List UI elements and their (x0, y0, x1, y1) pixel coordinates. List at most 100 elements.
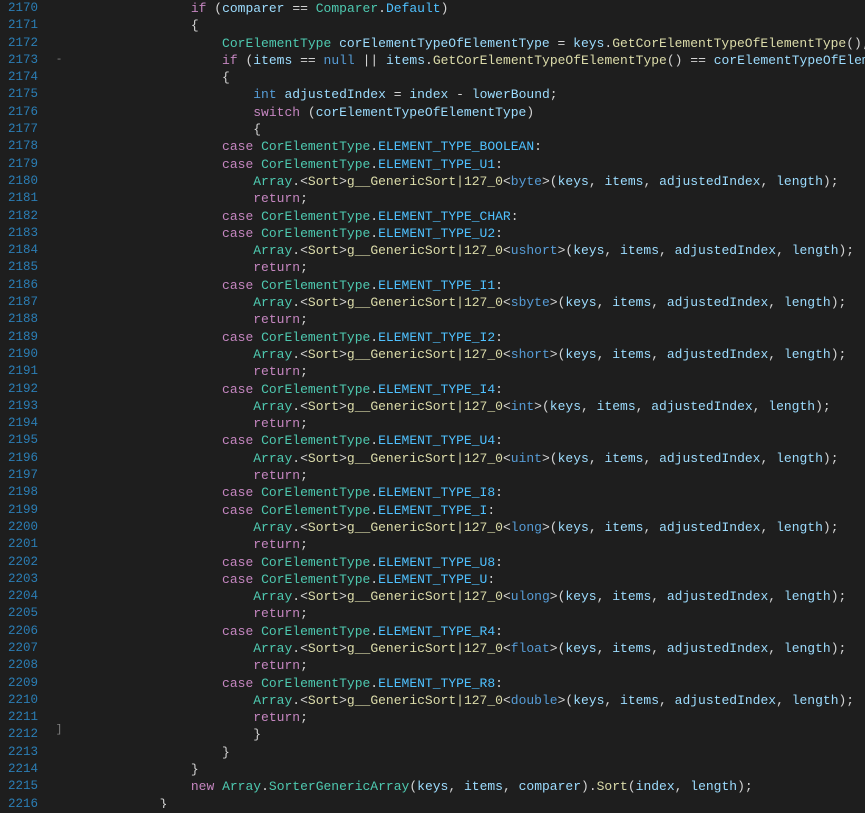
line-number: 2206 (8, 623, 38, 640)
line-number: 2190 (8, 346, 38, 363)
code-line[interactable]: switch (corElementTypeOfElementType) (66, 104, 865, 121)
code-line[interactable]: Array.<Sort>g__GenericSort|127_0<double>… (66, 692, 865, 709)
code-line[interactable]: case CorElementType.ELEMENT_TYPE_BOOLEAN… (66, 138, 865, 155)
fold-marker (52, 774, 66, 791)
line-number: 2204 (8, 588, 38, 605)
fold-marker (52, 327, 66, 344)
line-number: 2212 (8, 726, 38, 743)
code-line[interactable]: case CorElementType.ELEMENT_TYPE_U4: (66, 432, 865, 449)
fold-marker (52, 103, 66, 120)
code-line[interactable]: case CorElementType.ELEMENT_TYPE_I4: (66, 381, 865, 398)
code-line[interactable]: case CorElementType.ELEMENT_TYPE_R8: (66, 675, 865, 692)
code-line[interactable]: case CorElementType.ELEMENT_TYPE_U2: (66, 225, 865, 242)
code-line[interactable]: return; (66, 190, 865, 207)
line-number: 2178 (8, 138, 38, 155)
code-line[interactable]: case CorElementType.ELEMENT_TYPE_CHAR: (66, 208, 865, 225)
fold-marker[interactable]: - (52, 52, 66, 69)
fold-marker (52, 395, 66, 412)
fold-marker (52, 361, 66, 378)
code-line[interactable]: Array.<Sort>g__GenericSort|127_0<short>(… (66, 346, 865, 363)
fold-marker (52, 172, 66, 189)
code-line[interactable]: } (66, 796, 865, 808)
fold-marker (52, 688, 66, 705)
line-number: 2215 (8, 778, 38, 795)
line-number: 2175 (8, 86, 38, 103)
line-number: 2210 (8, 692, 38, 709)
code-line[interactable]: if (comparer == Comparer.Default) (66, 0, 865, 17)
fold-marker (52, 206, 66, 223)
fold-marker (52, 619, 66, 636)
fold-marker (52, 69, 66, 86)
code-line[interactable]: case CorElementType.ELEMENT_TYPE_I8: (66, 484, 865, 501)
line-number: 2188 (8, 311, 38, 328)
line-number: 2177 (8, 121, 38, 138)
fold-marker (52, 413, 66, 430)
code-area[interactable]: if (comparer == Comparer.Default) { CorE… (66, 0, 865, 808)
line-number: 2172 (8, 35, 38, 52)
code-line[interactable]: Array.<Sort>g__GenericSort|127_0<ushort>… (66, 242, 865, 259)
line-number: 2171 (8, 17, 38, 34)
fold-marker (52, 636, 66, 653)
fold-marker (52, 309, 66, 326)
code-line[interactable]: { (66, 69, 865, 86)
fold-marker (52, 791, 66, 808)
fold-marker (52, 464, 66, 481)
code-line[interactable]: Array.<Sort>g__GenericSort|127_0<byte>(k… (66, 173, 865, 190)
line-number: 2179 (8, 156, 38, 173)
line-number: 2216 (8, 796, 38, 813)
code-line[interactable]: { (66, 121, 865, 138)
fold-marker (52, 292, 66, 309)
code-line[interactable]: case CorElementType.ELEMENT_TYPE_I: (66, 502, 865, 519)
code-line[interactable]: Array.<Sort>g__GenericSort|127_0<float>(… (66, 640, 865, 657)
code-line[interactable]: case CorElementType.ELEMENT_TYPE_U: (66, 571, 865, 588)
code-line[interactable]: case CorElementType.ELEMENT_TYPE_R4: (66, 623, 865, 640)
line-number: 2194 (8, 415, 38, 432)
fold-marker (52, 756, 66, 773)
code-line[interactable]: return; (66, 605, 865, 622)
fold-marker[interactable]: ] (52, 722, 66, 739)
fold-marker (52, 653, 66, 670)
fold-marker (52, 344, 66, 361)
code-line[interactable]: return; (66, 709, 865, 726)
code-line[interactable]: } (66, 744, 865, 761)
fold-marker (52, 567, 66, 584)
code-line[interactable]: case CorElementType.ELEMENT_TYPE_I1: (66, 277, 865, 294)
code-line[interactable]: { (66, 17, 865, 34)
code-line[interactable]: return; (66, 363, 865, 380)
code-line[interactable]: new Array.SorterGenericArray(keys, items… (66, 778, 865, 795)
code-line[interactable]: return; (66, 259, 865, 276)
line-number: 2189 (8, 329, 38, 346)
code-line[interactable]: Array.<Sort>g__GenericSort|127_0<uint>(k… (66, 450, 865, 467)
fold-marker (52, 584, 66, 601)
line-number: 2200 (8, 519, 38, 536)
code-line[interactable]: return; (66, 311, 865, 328)
code-line[interactable]: CorElementType corElementTypeOfElementTy… (66, 35, 865, 52)
code-line[interactable]: Array.<Sort>g__GenericSort|127_0<int>(ke… (66, 398, 865, 415)
line-number: 2183 (8, 225, 38, 242)
fold-marker (52, 258, 66, 275)
fold-marker (52, 275, 66, 292)
fold-marker (52, 189, 66, 206)
code-line[interactable]: } (66, 761, 865, 778)
code-line[interactable]: return; (66, 415, 865, 432)
line-number: 2209 (8, 675, 38, 692)
code-line[interactable]: Array.<Sort>g__GenericSort|127_0<ulong>(… (66, 588, 865, 605)
code-editor[interactable]: 2170217121722173217421752176217721782179… (0, 0, 865, 808)
line-number: 2174 (8, 69, 38, 86)
code-line[interactable]: case CorElementType.ELEMENT_TYPE_I2: (66, 329, 865, 346)
code-line[interactable]: return; (66, 536, 865, 553)
code-line[interactable]: return; (66, 657, 865, 674)
code-line[interactable]: int adjustedIndex = index - lowerBound; (66, 86, 865, 103)
code-line[interactable]: case CorElementType.ELEMENT_TYPE_U8: (66, 554, 865, 571)
line-number: 2205 (8, 605, 38, 622)
code-line[interactable]: if (items == null || items.GetCorElement… (66, 52, 865, 69)
line-number: 2184 (8, 242, 38, 259)
code-line[interactable]: case CorElementType.ELEMENT_TYPE_U1: (66, 156, 865, 173)
line-number-gutter: 2170217121722173217421752176217721782179… (0, 0, 52, 808)
code-line[interactable]: Array.<Sort>g__GenericSort|127_0<sbyte>(… (66, 294, 865, 311)
code-line[interactable]: } (66, 726, 865, 743)
code-line[interactable]: Array.<Sort>g__GenericSort|127_0<long>(k… (66, 519, 865, 536)
line-number: 2170 (8, 0, 38, 17)
line-number: 2197 (8, 467, 38, 484)
code-line[interactable]: return; (66, 467, 865, 484)
